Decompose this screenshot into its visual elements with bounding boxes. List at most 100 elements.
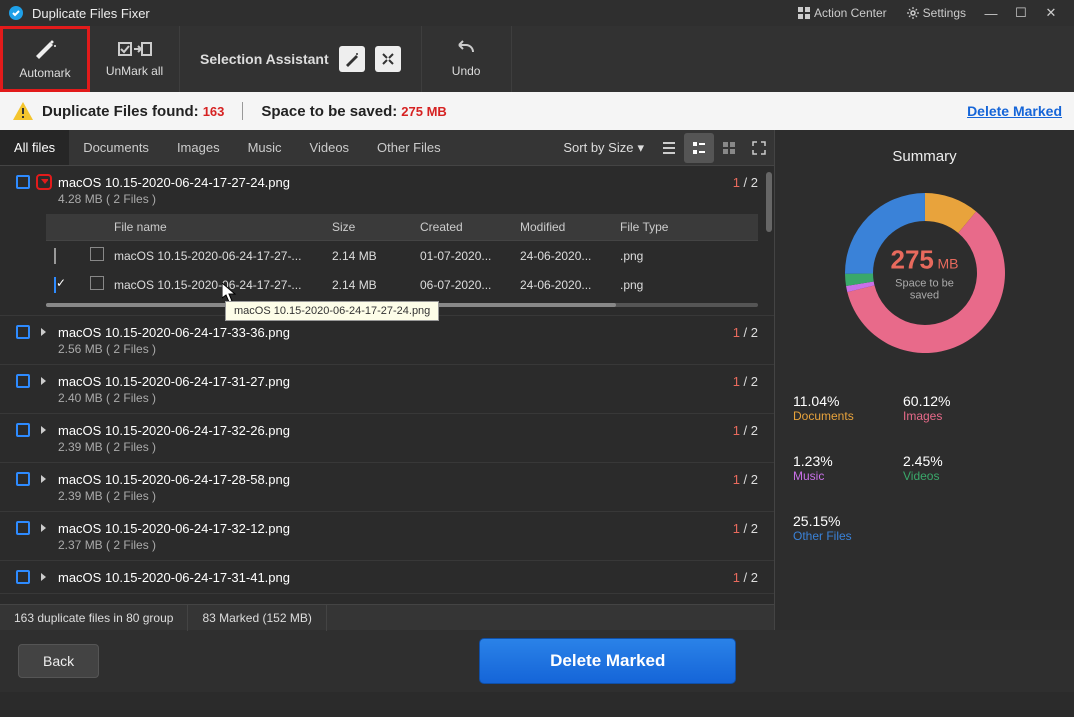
selection-assistant-group: Selection Assistant [180, 26, 422, 92]
group-checkbox[interactable] [16, 325, 30, 339]
tooltip: macOS 10.15-2020-06-24-17-27-24.png [225, 301, 439, 321]
file-size: 2.14 MB [324, 272, 412, 298]
assistant-wand-button[interactable] [339, 46, 365, 72]
stat-label: Documents [793, 409, 863, 423]
expand-toggle[interactable] [36, 569, 52, 585]
titlebar: Duplicate Files Fixer Action Center Sett… [0, 0, 1074, 26]
group-name: macOS 10.15-2020-06-24-17-33-36.png [58, 325, 290, 340]
group-size: 2.37 MB ( 2 Files ) [58, 538, 758, 552]
tab-other[interactable]: Other Files [363, 130, 455, 165]
file-created: 01-07-2020... [412, 243, 512, 269]
group-size: 2.39 MB ( 2 Files ) [58, 440, 758, 454]
group-size: 4.28 MB ( 2 Files ) [58, 192, 758, 206]
group-count: 1 / 2 [733, 423, 758, 438]
stat-label: Other Files [793, 529, 863, 543]
sort-label: Sort by Size [563, 140, 633, 155]
group-name: macOS 10.15-2020-06-24-17-31-27.png [58, 374, 290, 389]
expand-toggle[interactable] [36, 174, 52, 190]
donut-chart: 275 MB Space to be saved [835, 183, 1015, 363]
action-center-label: Action Center [814, 6, 887, 20]
summary-value: 275 [890, 245, 933, 275]
tabs-bar: All files Documents Images Music Videos … [0, 130, 774, 166]
status-bar: 163 duplicate files in 80 group 83 Marke… [0, 604, 774, 630]
file-icon [90, 247, 104, 261]
undo-button[interactable]: Undo [422, 26, 512, 92]
fullscreen-button[interactable] [744, 133, 774, 163]
group-checkbox[interactable] [16, 521, 30, 535]
summary-title: Summary [793, 148, 1056, 165]
unmark-all-button[interactable]: UnMark all [90, 26, 180, 92]
group-size: 2.56 MB ( 2 Files ) [58, 342, 758, 356]
toolbar: Automark UnMark all Selection Assistant … [0, 26, 1074, 92]
expand-toggle[interactable] [36, 422, 52, 438]
col-modified[interactable]: Modified [512, 214, 612, 240]
delete-marked-link[interactable]: Delete Marked [967, 103, 1062, 119]
expand-toggle[interactable] [36, 373, 52, 389]
col-filename[interactable]: File name [106, 214, 324, 240]
group: macOS 10.15-2020-06-24-17-27-24.png1 / 2… [0, 166, 774, 316]
view-list-button[interactable] [654, 133, 684, 163]
assistant-tools-button[interactable] [375, 46, 401, 72]
group-name: macOS 10.15-2020-06-24-17-31-41.png [58, 570, 290, 585]
delete-marked-button[interactable]: Delete Marked [479, 638, 736, 684]
group-checkbox[interactable] [16, 423, 30, 437]
undo-label: Undo [452, 64, 481, 78]
app-title: Duplicate Files Fixer [32, 6, 788, 21]
summary-unit: MB [938, 256, 959, 272]
col-filetype[interactable]: File Type [612, 214, 692, 240]
stat-pct: 2.45% [903, 453, 973, 469]
info-bar: Duplicate Files found: 163 Space to be s… [0, 92, 1074, 130]
expand-toggle[interactable] [36, 520, 52, 536]
stat-other-files: 25.15%Other Files [793, 513, 863, 543]
wand-icon [32, 38, 58, 60]
group-size: 2.39 MB ( 2 Files ) [58, 489, 758, 503]
file-checkbox[interactable] [54, 277, 56, 293]
sort-dropdown[interactable]: Sort by Size ▾ [553, 132, 654, 164]
action-bar: Back Delete Marked [0, 630, 1074, 692]
tab-all-files[interactable]: All files [0, 130, 69, 165]
group-checkbox[interactable] [16, 374, 30, 388]
group-count: 1 / 2 [733, 374, 758, 389]
group-checkbox[interactable] [16, 570, 30, 584]
chevron-down-icon: ▾ [637, 140, 644, 156]
view-grid-button[interactable] [714, 133, 744, 163]
stat-images: 60.12%Images [903, 393, 973, 423]
automark-button[interactable]: Automark [0, 26, 90, 92]
file-created: 06-07-2020... [412, 272, 512, 298]
col-size[interactable]: Size [324, 214, 412, 240]
summary-sub: Space to be saved [880, 278, 970, 302]
warning-icon [12, 100, 34, 122]
status-marked: 83 Marked (152 MB) [188, 605, 326, 631]
file-row[interactable]: macOS 10.15-2020-06-24-17-27-...2.14 MB0… [46, 241, 758, 270]
cursor-icon [222, 283, 236, 303]
file-row[interactable]: macOS 10.15-2020-06-24-17-27-...2.14 MB0… [46, 270, 758, 299]
found-label: Duplicate Files found: [42, 103, 199, 120]
tab-images[interactable]: Images [163, 130, 234, 165]
close-button[interactable]: ✕ [1036, 5, 1066, 21]
tab-documents[interactable]: Documents [69, 130, 163, 165]
file-name: macOS 10.15-2020-06-24-17-27-... [106, 272, 324, 298]
file-type: .png [612, 243, 692, 269]
group-name: macOS 10.15-2020-06-24-17-32-12.png [58, 521, 290, 536]
expand-toggle[interactable] [36, 471, 52, 487]
tab-music[interactable]: Music [234, 130, 296, 165]
file-checkbox[interactable] [54, 248, 56, 264]
scrollbar[interactable] [766, 172, 772, 232]
group-checkbox[interactable] [16, 472, 30, 486]
expand-toggle[interactable] [36, 324, 52, 340]
undo-icon [453, 40, 479, 58]
group-count: 1 / 2 [733, 175, 758, 190]
tab-videos[interactable]: Videos [296, 130, 364, 165]
unmark-icon [118, 40, 152, 58]
col-created[interactable]: Created [412, 214, 512, 240]
file-size: 2.14 MB [324, 243, 412, 269]
view-detail-button[interactable] [684, 133, 714, 163]
action-center-button[interactable]: Action Center [788, 2, 897, 24]
minimize-button[interactable]: — [976, 6, 1006, 21]
assistant-label: Selection Assistant [200, 51, 329, 67]
group-checkbox[interactable] [16, 175, 30, 189]
maximize-button[interactable]: ☐ [1006, 5, 1036, 21]
settings-button[interactable]: Settings [897, 2, 976, 24]
stat-music: 1.23%Music [793, 453, 863, 483]
back-button[interactable]: Back [18, 644, 99, 678]
